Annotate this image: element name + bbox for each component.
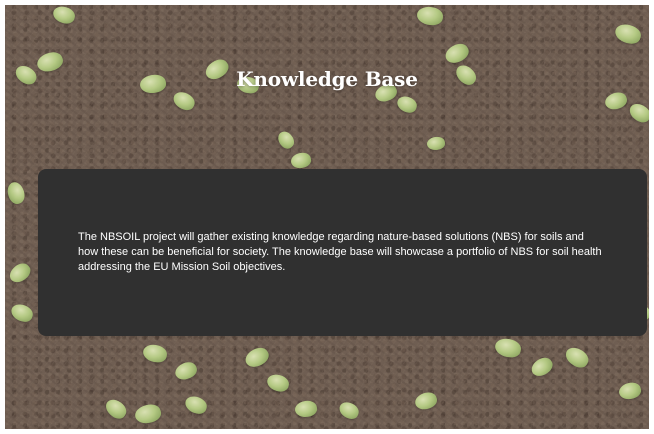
intro-card: The NBSOIL project will gather existing … xyxy=(38,169,647,336)
hero-section: Knowledge Base The NBSOIL project will g… xyxy=(5,5,649,429)
page-title: Knowledge Base xyxy=(236,67,418,92)
intro-text: The NBSOIL project will gather existing … xyxy=(78,231,602,273)
